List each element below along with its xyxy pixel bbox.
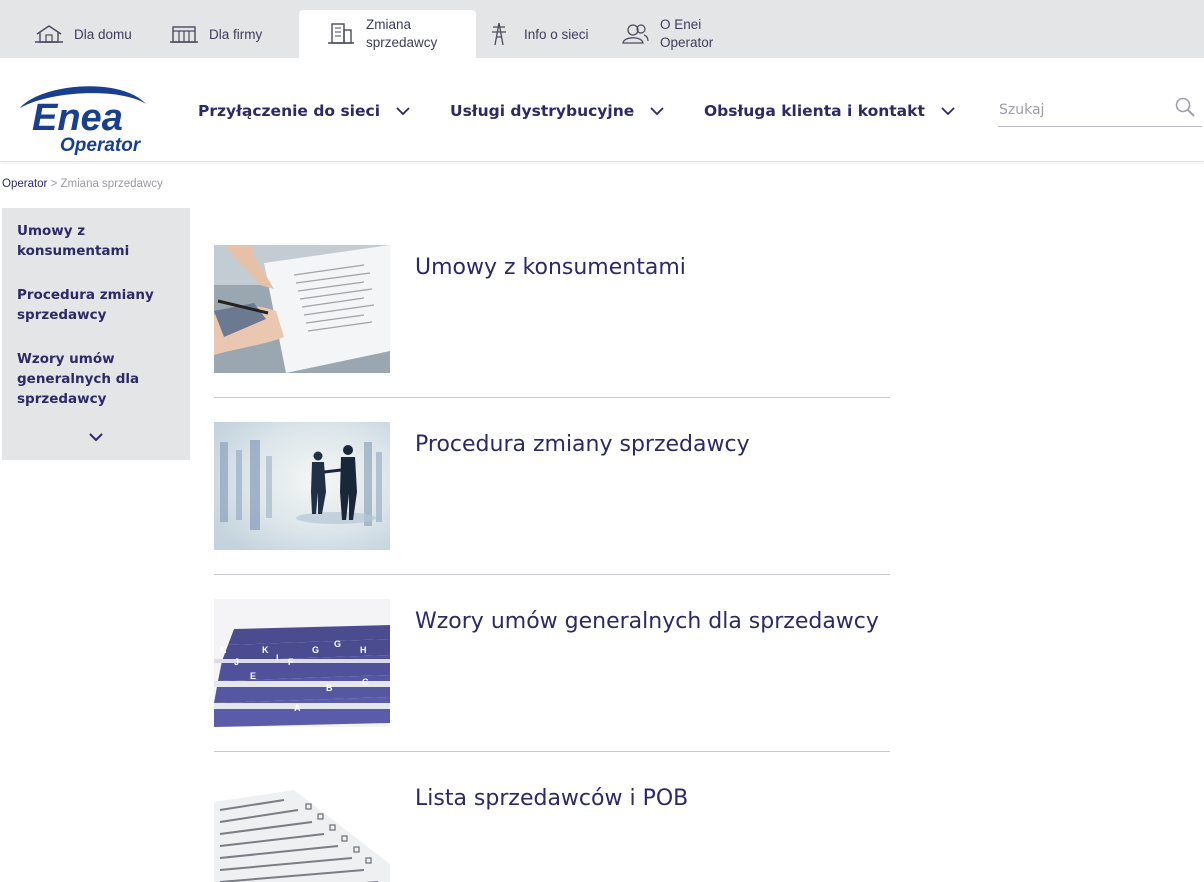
- svg-text:G: G: [334, 639, 341, 649]
- svg-text:C: C: [362, 677, 369, 687]
- side-menu-item-wzory[interactable]: Wzory umów generalnych dla sprzedawcy: [17, 349, 177, 409]
- side-menu-item-umowy[interactable]: Umowy z konsumentami: [17, 221, 177, 261]
- entry-title-link[interactable]: Lista sprzedawców i POB: [415, 786, 688, 811]
- office-building-icon: [326, 22, 356, 46]
- people-icon: [620, 22, 650, 46]
- side-menu-item-label: generalnych dla: [17, 371, 140, 387]
- enea-operator-logo[interactable]: Enea Operator: [10, 78, 160, 158]
- segment-bar: Dla domu Dla firmy Zmiana sprzedawcy Inf…: [0, 0, 1204, 58]
- handshake-photo[interactable]: [214, 422, 390, 550]
- side-menu: Umowy z konsumentami Procedura zmiany sp…: [2, 208, 190, 460]
- side-menu-item-label: sprzedawcy: [17, 307, 107, 323]
- list-item: Umowy z konsumentami: [214, 245, 890, 373]
- nav-label: Obsługa klienta i kontakt: [704, 102, 925, 120]
- segment-label-line: sprzedawcy: [366, 35, 438, 50]
- svg-text:G: G: [312, 645, 319, 655]
- segment-label: Dla firmy: [209, 26, 263, 42]
- svg-text:J: J: [234, 657, 239, 667]
- segment-dla-domu[interactable]: Dla domu: [34, 10, 132, 58]
- power-pylon-icon: [484, 22, 514, 46]
- chevron-down-icon: [396, 107, 410, 115]
- search-icon[interactable]: [1174, 96, 1196, 118]
- signing-document-photo[interactable]: [214, 245, 390, 373]
- svg-text:F: F: [288, 657, 294, 667]
- svg-text:I: I: [276, 653, 279, 663]
- search-box: [998, 94, 1202, 127]
- side-menu-item-label: Umowy z: [17, 223, 86, 239]
- main-header: Enea Operator Przyłączenie do sieci Usłu…: [0, 58, 1204, 162]
- nav-uslugi-dystrybucyjne[interactable]: Usługi dystrybucyjne: [450, 102, 664, 120]
- entry-title-link[interactable]: Wzory umów generalnych dla sprzedawcy: [415, 609, 879, 634]
- building-icon: [169, 22, 199, 46]
- nav-label: Przyłączenie do sieci: [198, 102, 381, 120]
- list-item: Lista sprzedawców i POB: [214, 776, 890, 882]
- segment-label-line: Zmiana: [366, 17, 412, 32]
- list-item: NJ K F G G H I E B C A Wzory umów generalnych d…: [214, 599, 890, 727]
- checklist-paper-photo[interactable]: [214, 776, 390, 882]
- logo-operator-text: Operator: [60, 135, 142, 156]
- segment-o-enei-operator[interactable]: O Enei Operator: [620, 10, 713, 58]
- side-menu-item-procedura[interactable]: Procedura zmiany sprzedawcy: [17, 285, 177, 325]
- nav-przylaczenie-do-sieci[interactable]: Przyłączenie do sieci: [198, 102, 410, 120]
- chevron-down-icon: [650, 107, 664, 115]
- svg-text:N: N: [220, 645, 227, 655]
- side-menu-item-label: konsumentami: [17, 243, 130, 259]
- divider: [214, 574, 890, 575]
- breadcrumb-current: Zmiana sprzedawcy: [60, 178, 163, 190]
- segment-label: Dla domu: [74, 26, 132, 42]
- svg-text:A: A: [294, 703, 301, 713]
- svg-text:K: K: [262, 645, 269, 655]
- house-icon: [34, 22, 64, 46]
- svg-text:H: H: [360, 645, 367, 655]
- side-menu-item-label: Wzory umów: [17, 351, 115, 367]
- chevron-down-icon[interactable]: [89, 433, 103, 442]
- divider: [214, 397, 890, 398]
- side-menu-item-label: sprzedawcy: [17, 391, 107, 407]
- side-menu-item-label: Procedura zmiany: [17, 287, 154, 303]
- entry-title-link[interactable]: Procedura zmiany sprzedawcy: [415, 432, 750, 457]
- segment-label: O Enei Operator: [660, 16, 713, 52]
- svg-text:E: E: [250, 671, 256, 681]
- divider: [214, 751, 890, 752]
- segment-info-o-sieci[interactable]: Info o sieci: [484, 10, 589, 58]
- logo-enea-text: Enea: [32, 97, 123, 139]
- breadcrumb-separator: >: [50, 178, 58, 190]
- nav-obsluga-klienta[interactable]: Obsługa klienta i kontakt: [704, 102, 955, 120]
- segment-dla-firmy[interactable]: Dla firmy: [169, 10, 262, 58]
- search-input[interactable]: [998, 94, 1168, 126]
- segment-label-line: O Enei: [660, 17, 702, 32]
- svg-text:B: B: [326, 683, 333, 693]
- breadcrumb-home-link[interactable]: Operator: [2, 178, 47, 190]
- file-index-tabs-photo[interactable]: NJ K F G G H I E B C A: [214, 599, 390, 727]
- segment-label: Zmiana sprzedawcy: [366, 16, 437, 52]
- breadcrumb: Operator > Zmiana sprzedawcy: [2, 178, 163, 190]
- list-item: Procedura zmiany sprzedawcy: [214, 422, 890, 550]
- chevron-down-icon: [941, 107, 955, 115]
- segment-zmiana-sprzedawcy[interactable]: Zmiana sprzedawcy: [299, 10, 476, 58]
- nav-label: Usługi dystrybucyjne: [450, 102, 635, 120]
- segment-label-line: Operator: [660, 35, 714, 50]
- entry-title-link[interactable]: Umowy z konsumentami: [415, 255, 686, 280]
- segment-label: Info o sieci: [524, 26, 589, 42]
